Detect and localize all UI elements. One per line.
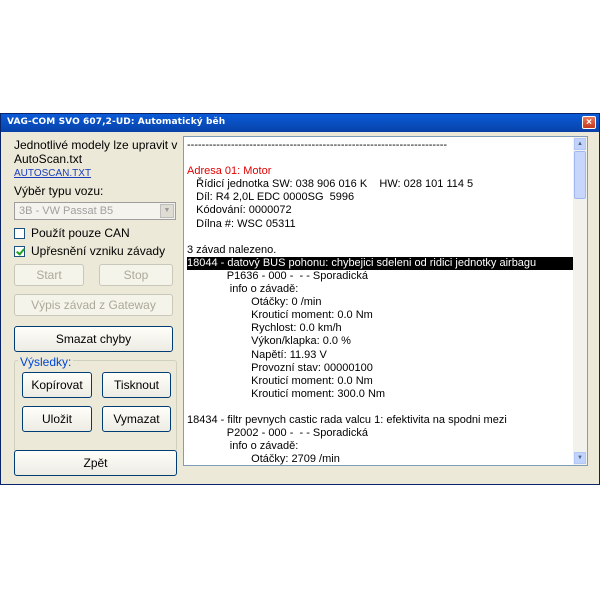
fault-detail-label: Upřesnění vzniku závady [31, 244, 166, 258]
fault-detail-checkbox-box[interactable] [14, 245, 25, 257]
close-button[interactable]: × [582, 116, 596, 129]
can-only-label: Použít pouze CAN [31, 226, 130, 240]
log-line[interactable]: Výkon/klapka: 0.0 % [187, 335, 575, 348]
control-panel: Jednotlivé modely lze upravit v AutoScan… [1, 132, 181, 484]
fault-detail-checkbox[interactable]: Upřesnění vzniku závady [14, 244, 165, 258]
results-text-panel[interactable]: ----------------------------------------… [183, 136, 588, 466]
stop-button[interactable]: Stop [99, 264, 173, 286]
log-line[interactable]: info o závadě: [187, 283, 575, 296]
clear-faults-button[interactable]: Smazat chyby [14, 326, 173, 352]
scroll-down-button[interactable]: ▼ [574, 452, 586, 464]
print-button[interactable]: Tisknout [102, 372, 171, 398]
log-line[interactable]: Kódování: 0000072 [187, 204, 575, 217]
back-button[interactable]: Zpět [14, 450, 177, 476]
log-line[interactable]: P2002 - 000 - - - Sporadická [187, 427, 575, 440]
can-only-checkbox[interactable]: Použít pouze CAN [14, 226, 130, 240]
start-button[interactable]: Start [14, 264, 84, 286]
log-line[interactable]: Adresa 01: Motor [187, 165, 575, 178]
log-line[interactable]: 18434 - filtr pevnych castic rada valcu … [187, 414, 575, 427]
can-only-checkbox-box[interactable] [14, 227, 25, 239]
log-line[interactable]: Řídicí jednotka SW: 038 906 016 K HW: 02… [187, 178, 575, 191]
log-line[interactable]: Dílna #: WSC 05311 [187, 218, 575, 231]
log-line[interactable]: Provozní stav: 00000100 [187, 362, 575, 375]
chevron-down-icon: ▼ [160, 204, 174, 218]
scroll-thumb[interactable] [574, 151, 586, 199]
window-title: VAG-COM SVO 607,2-UD: Automatický běh [7, 117, 226, 127]
save-button[interactable]: Uložit [22, 406, 92, 432]
selected-log-line[interactable]: 18044 - datový BUS pohonu: chybejici sde… [187, 256, 575, 270]
scroll-up-button[interactable]: ▲ [574, 138, 586, 150]
title-bar[interactable]: VAG-COM SVO 607,2-UD: Automatický běh × [1, 114, 599, 132]
log-line[interactable]: ----------------------------------------… [187, 139, 575, 152]
log-line[interactable] [187, 231, 575, 244]
log-line[interactable]: Díl: R4 2,0L EDC 0000SG 5996 [187, 191, 575, 204]
log-line[interactable]: Otáčky: 2709 /min [187, 453, 575, 465]
log-line[interactable]: Krouticí moment: 300.0 Nm [187, 388, 575, 401]
log-line[interactable]: Krouticí moment: 0.0 Nm [187, 309, 575, 322]
close-icon: × [586, 117, 592, 128]
copy-button[interactable]: Kopírovat [22, 372, 92, 398]
log-line[interactable] [187, 152, 575, 165]
gateway-faults-button[interactable]: Výpis závad z Gateway [14, 294, 173, 316]
log-line[interactable]: 3 závad nalezeno. [187, 244, 575, 257]
log-line[interactable]: P1636 - 000 - - - Sporadická [187, 270, 575, 283]
vehicle-type-label: Výběr typu vozu: [14, 184, 104, 198]
vertical-scrollbar[interactable]: ▲ ▼ [573, 137, 587, 465]
autoscan-link[interactable]: AUTOSCAN.TXT [14, 168, 91, 179]
vehicle-type-value: 3B - VW Passat B5 [19, 205, 114, 217]
log-line[interactable] [187, 401, 575, 414]
main-window: VAG-COM SVO 607,2-UD: Automatický běh × … [0, 113, 600, 485]
log-line[interactable]: Rychlost: 0.0 km/h [187, 322, 575, 335]
results-label: Výsledky: [18, 355, 74, 369]
log-line[interactable]: Krouticí moment: 0.0 Nm [187, 375, 575, 388]
log-line[interactable]: info o závadě: [187, 440, 575, 453]
models-description: Jednotlivé modely lze upravit v AutoScan… [14, 138, 178, 166]
results-log: ----------------------------------------… [187, 139, 575, 465]
erase-button[interactable]: Vymazat [102, 406, 171, 432]
vehicle-type-select[interactable]: 3B - VW Passat B5 ▼ [14, 202, 176, 220]
log-line[interactable]: Otáčky: 0 /min [187, 296, 575, 309]
log-line[interactable]: Napětí: 11.93 V [187, 349, 575, 362]
